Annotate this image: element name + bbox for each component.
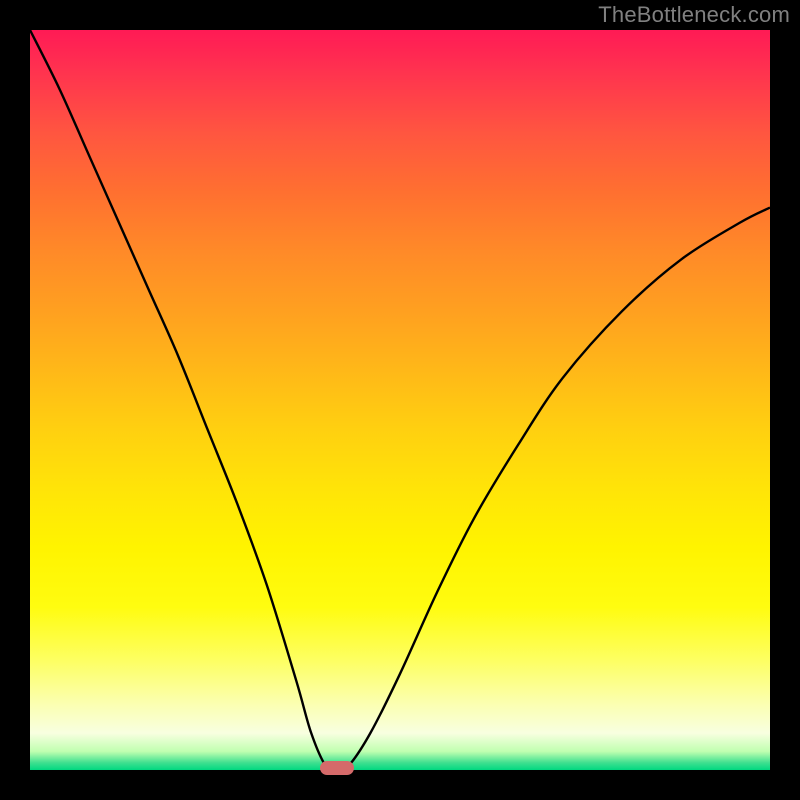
plot-area — [30, 30, 770, 770]
optimum-marker — [320, 761, 353, 774]
bottleneck-curve-path — [30, 30, 770, 770]
curve-layer — [30, 30, 770, 770]
chart-container — [30, 30, 770, 770]
watermark-text: TheBottleneck.com — [598, 2, 790, 28]
